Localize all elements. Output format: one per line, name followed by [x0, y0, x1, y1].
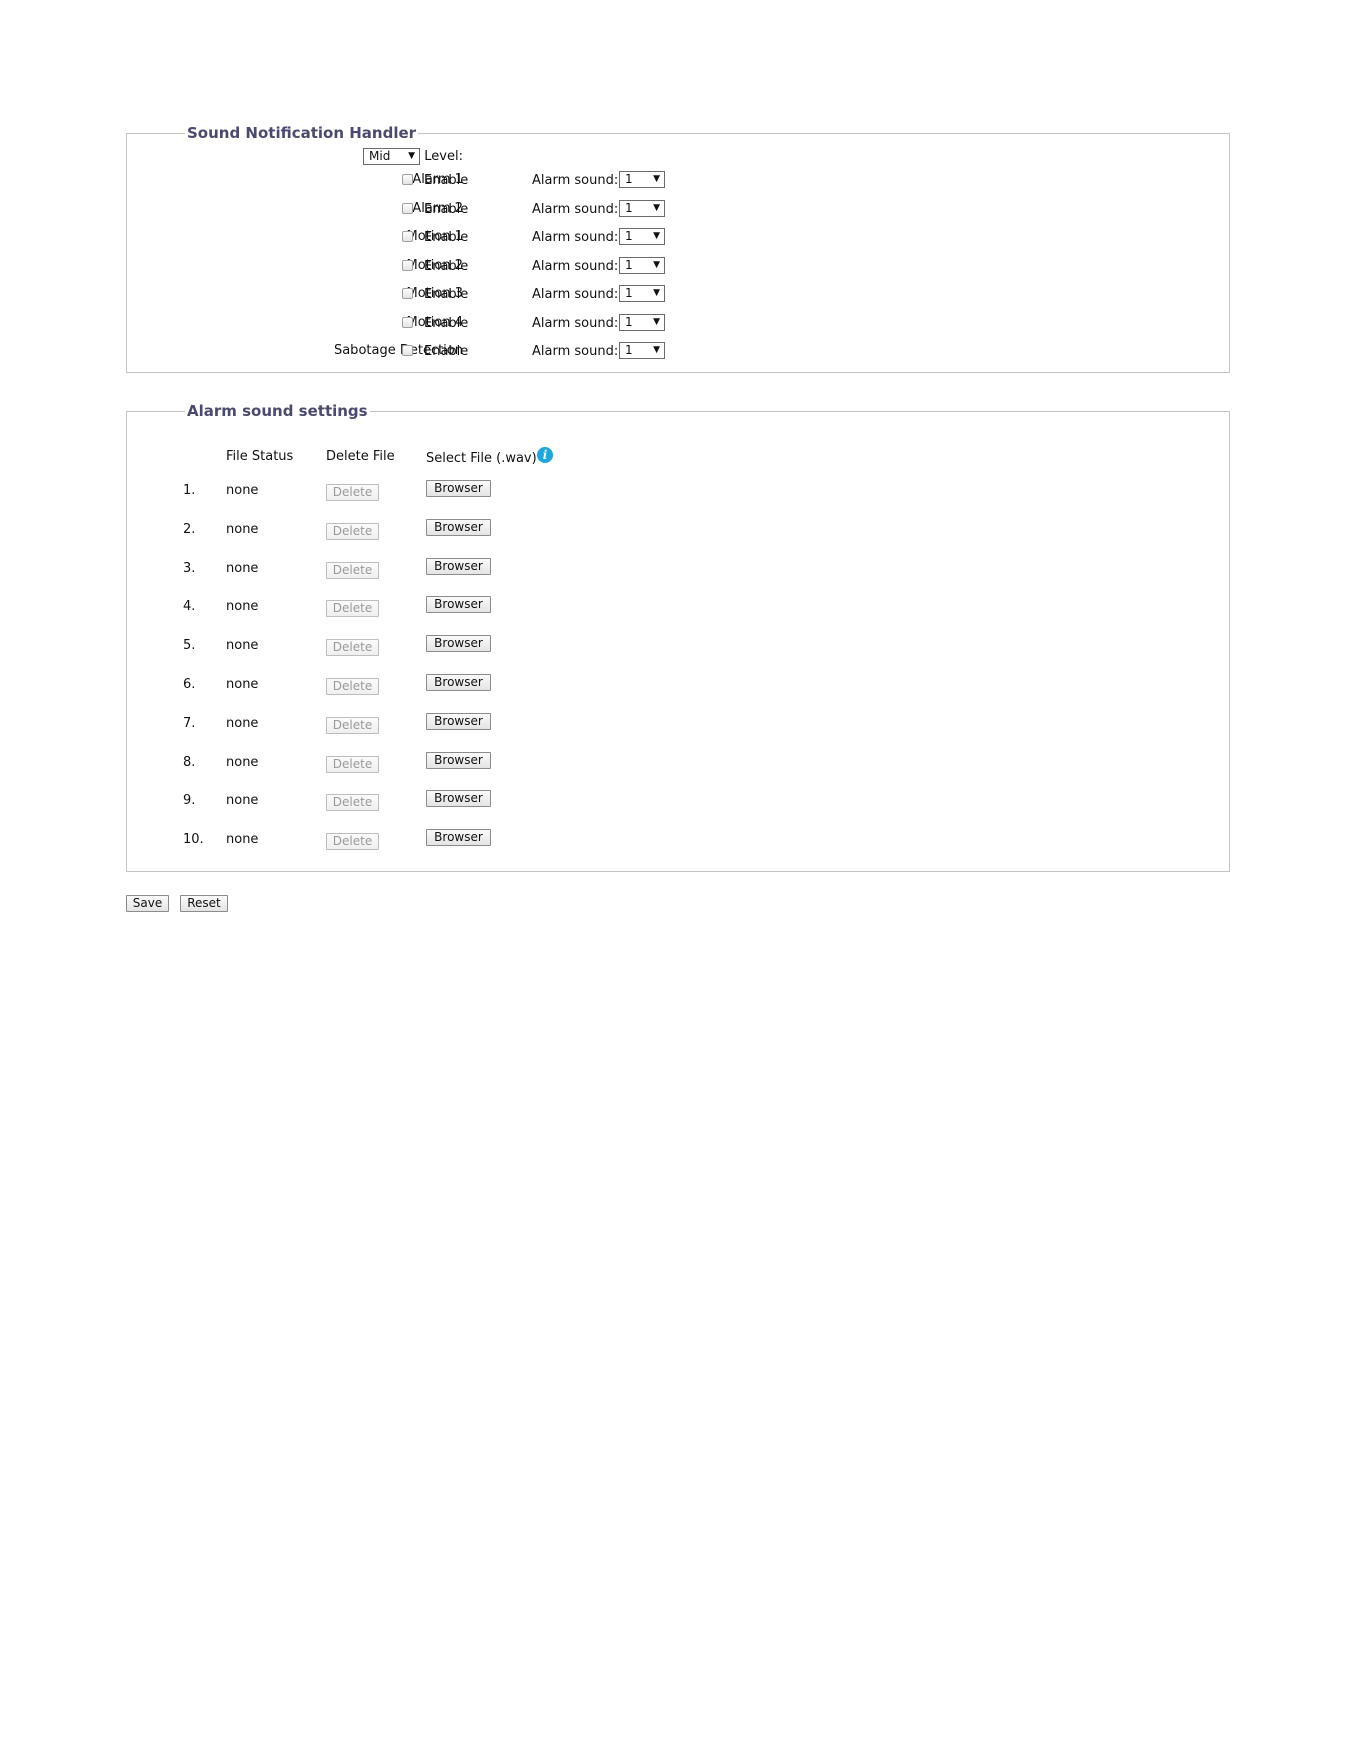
enable-label: Enable — [424, 315, 469, 331]
header-delete-file: Delete File — [326, 449, 395, 464]
alarm-sound-value: 1 — [625, 229, 633, 243]
alarm-sound-label: Alarm sound: — [532, 201, 619, 217]
file-status: none — [226, 483, 259, 498]
alarm-sound-settings-fieldset: Alarm sound settings File Status Delete … — [126, 402, 1230, 872]
file-status: none — [226, 638, 259, 654]
alarm-sound-select[interactable]: 1 ▼ — [619, 256, 665, 274]
row-index: 7. — [183, 715, 196, 731]
sound-notification-handler-fieldset: Sound Notification Handler Level: Mid ▼ … — [126, 124, 1230, 373]
enable-checkbox[interactable] — [402, 345, 413, 356]
alarm-sound-select[interactable]: 1 ▼ — [619, 342, 665, 359]
enable-label: Enable — [424, 344, 469, 359]
row-index: 4. — [183, 599, 196, 615]
alarm-sound-select[interactable]: 1 ▼ — [619, 199, 665, 217]
sound-notification-handler-legend: Sound Notification Handler — [185, 124, 419, 142]
row-index: 2. — [183, 521, 196, 537]
header-file-status: File Status — [226, 449, 294, 464]
alarm-sound-select[interactable]: 1 ▼ — [619, 313, 665, 331]
alarm-sound-select[interactable]: 1 ▼ — [619, 228, 665, 245]
alarm-sound-label: Alarm sound: — [532, 230, 619, 245]
chevron-down-icon: ▼ — [653, 288, 660, 298]
delete-button[interactable]: Delete — [326, 755, 379, 773]
row-index: 6. — [183, 677, 196, 692]
file-status: none — [226, 560, 259, 576]
enable-checkbox[interactable] — [402, 316, 413, 328]
row-index: 3. — [183, 560, 196, 576]
row-index: 8. — [183, 754, 196, 770]
alarm-sound-value: 1 — [625, 286, 633, 300]
alarm-sound-select[interactable]: 1 ▼ — [619, 171, 665, 188]
alarm-sound-value: 1 — [625, 314, 633, 329]
browser-button[interactable]: Browser — [426, 712, 491, 730]
alarm-sound-value: 1 — [625, 343, 633, 357]
file-status: none — [226, 599, 259, 615]
delete-button[interactable]: Delete — [326, 716, 379, 734]
chevron-down-icon: ▼ — [653, 345, 660, 355]
chevron-down-icon: ▼ — [653, 316, 660, 327]
chevron-down-icon: ▼ — [653, 259, 660, 270]
delete-button[interactable]: Delete — [326, 561, 379, 579]
file-status: none — [226, 715, 259, 731]
delete-button[interactable]: Delete — [326, 833, 379, 851]
file-status: none — [226, 832, 259, 848]
info-icon[interactable]: i — [537, 447, 553, 463]
alarm-sound-label: Alarm sound: — [532, 173, 619, 188]
browser-button[interactable]: Browser — [426, 674, 491, 691]
level-select-value: Mid — [369, 149, 391, 163]
enable-label: Enable — [424, 173, 469, 188]
row-index: 10. — [183, 832, 204, 848]
alarm-sound-label: Alarm sound: — [532, 287, 619, 302]
chevron-down-icon: ▼ — [653, 202, 660, 213]
enable-label: Enable — [424, 201, 469, 217]
delete-button[interactable]: Delete — [326, 522, 379, 540]
reset-button[interactable]: Reset — [180, 895, 228, 912]
enable-checkbox[interactable] — [402, 288, 413, 299]
enable-checkbox[interactable] — [402, 259, 413, 271]
alarm-sound-label: Alarm sound: — [532, 344, 619, 359]
row-index: 9. — [183, 793, 196, 809]
level-label: Level: — [424, 149, 463, 164]
enable-label: Enable — [424, 287, 469, 302]
chevron-down-icon: ▼ — [653, 174, 660, 184]
file-status: none — [226, 521, 259, 537]
alarm-sound-label: Alarm sound: — [532, 315, 619, 331]
delete-button[interactable]: Delete — [326, 600, 379, 618]
alarm-sound-settings-legend: Alarm sound settings — [185, 402, 370, 420]
browser-button[interactable]: Browser — [426, 751, 491, 769]
delete-button[interactable]: Delete — [326, 678, 379, 695]
enable-checkbox[interactable] — [402, 202, 413, 214]
browser-button[interactable]: Browser — [426, 790, 491, 808]
level-select[interactable]: Mid ▼ — [363, 148, 420, 165]
alarm-sound-label: Alarm sound: — [532, 258, 619, 274]
enable-label: Enable — [424, 258, 469, 274]
file-status: none — [226, 793, 259, 809]
alarm-sound-select[interactable]: 1 ▼ — [619, 285, 665, 302]
enable-checkbox[interactable] — [402, 174, 413, 185]
delete-button[interactable]: Delete — [326, 639, 379, 657]
alarm-sound-value: 1 — [625, 200, 633, 215]
alarm-sound-value: 1 — [625, 257, 633, 272]
browser-button[interactable]: Browser — [426, 635, 491, 653]
browser-button[interactable]: Browser — [426, 829, 491, 847]
alarm-sound-value: 1 — [625, 172, 633, 186]
row-index: 5. — [183, 638, 196, 654]
browser-button[interactable]: Browser — [426, 480, 491, 497]
enable-label: Enable — [424, 230, 469, 245]
browser-button[interactable]: Browser — [426, 518, 491, 536]
enable-checkbox[interactable] — [402, 231, 413, 242]
delete-button[interactable]: Delete — [326, 794, 379, 812]
file-status: none — [226, 677, 259, 692]
file-status: none — [226, 754, 259, 770]
delete-button[interactable]: Delete — [326, 484, 379, 501]
row-index: 1. — [183, 483, 196, 498]
header-select-file: Select File (.wav) — [426, 451, 537, 466]
browser-button[interactable]: Browser — [426, 557, 491, 575]
save-button[interactable]: Save — [126, 895, 169, 912]
chevron-down-icon: ▼ — [653, 231, 660, 241]
chevron-down-icon: ▼ — [408, 151, 415, 161]
browser-button[interactable]: Browser — [426, 596, 491, 614]
